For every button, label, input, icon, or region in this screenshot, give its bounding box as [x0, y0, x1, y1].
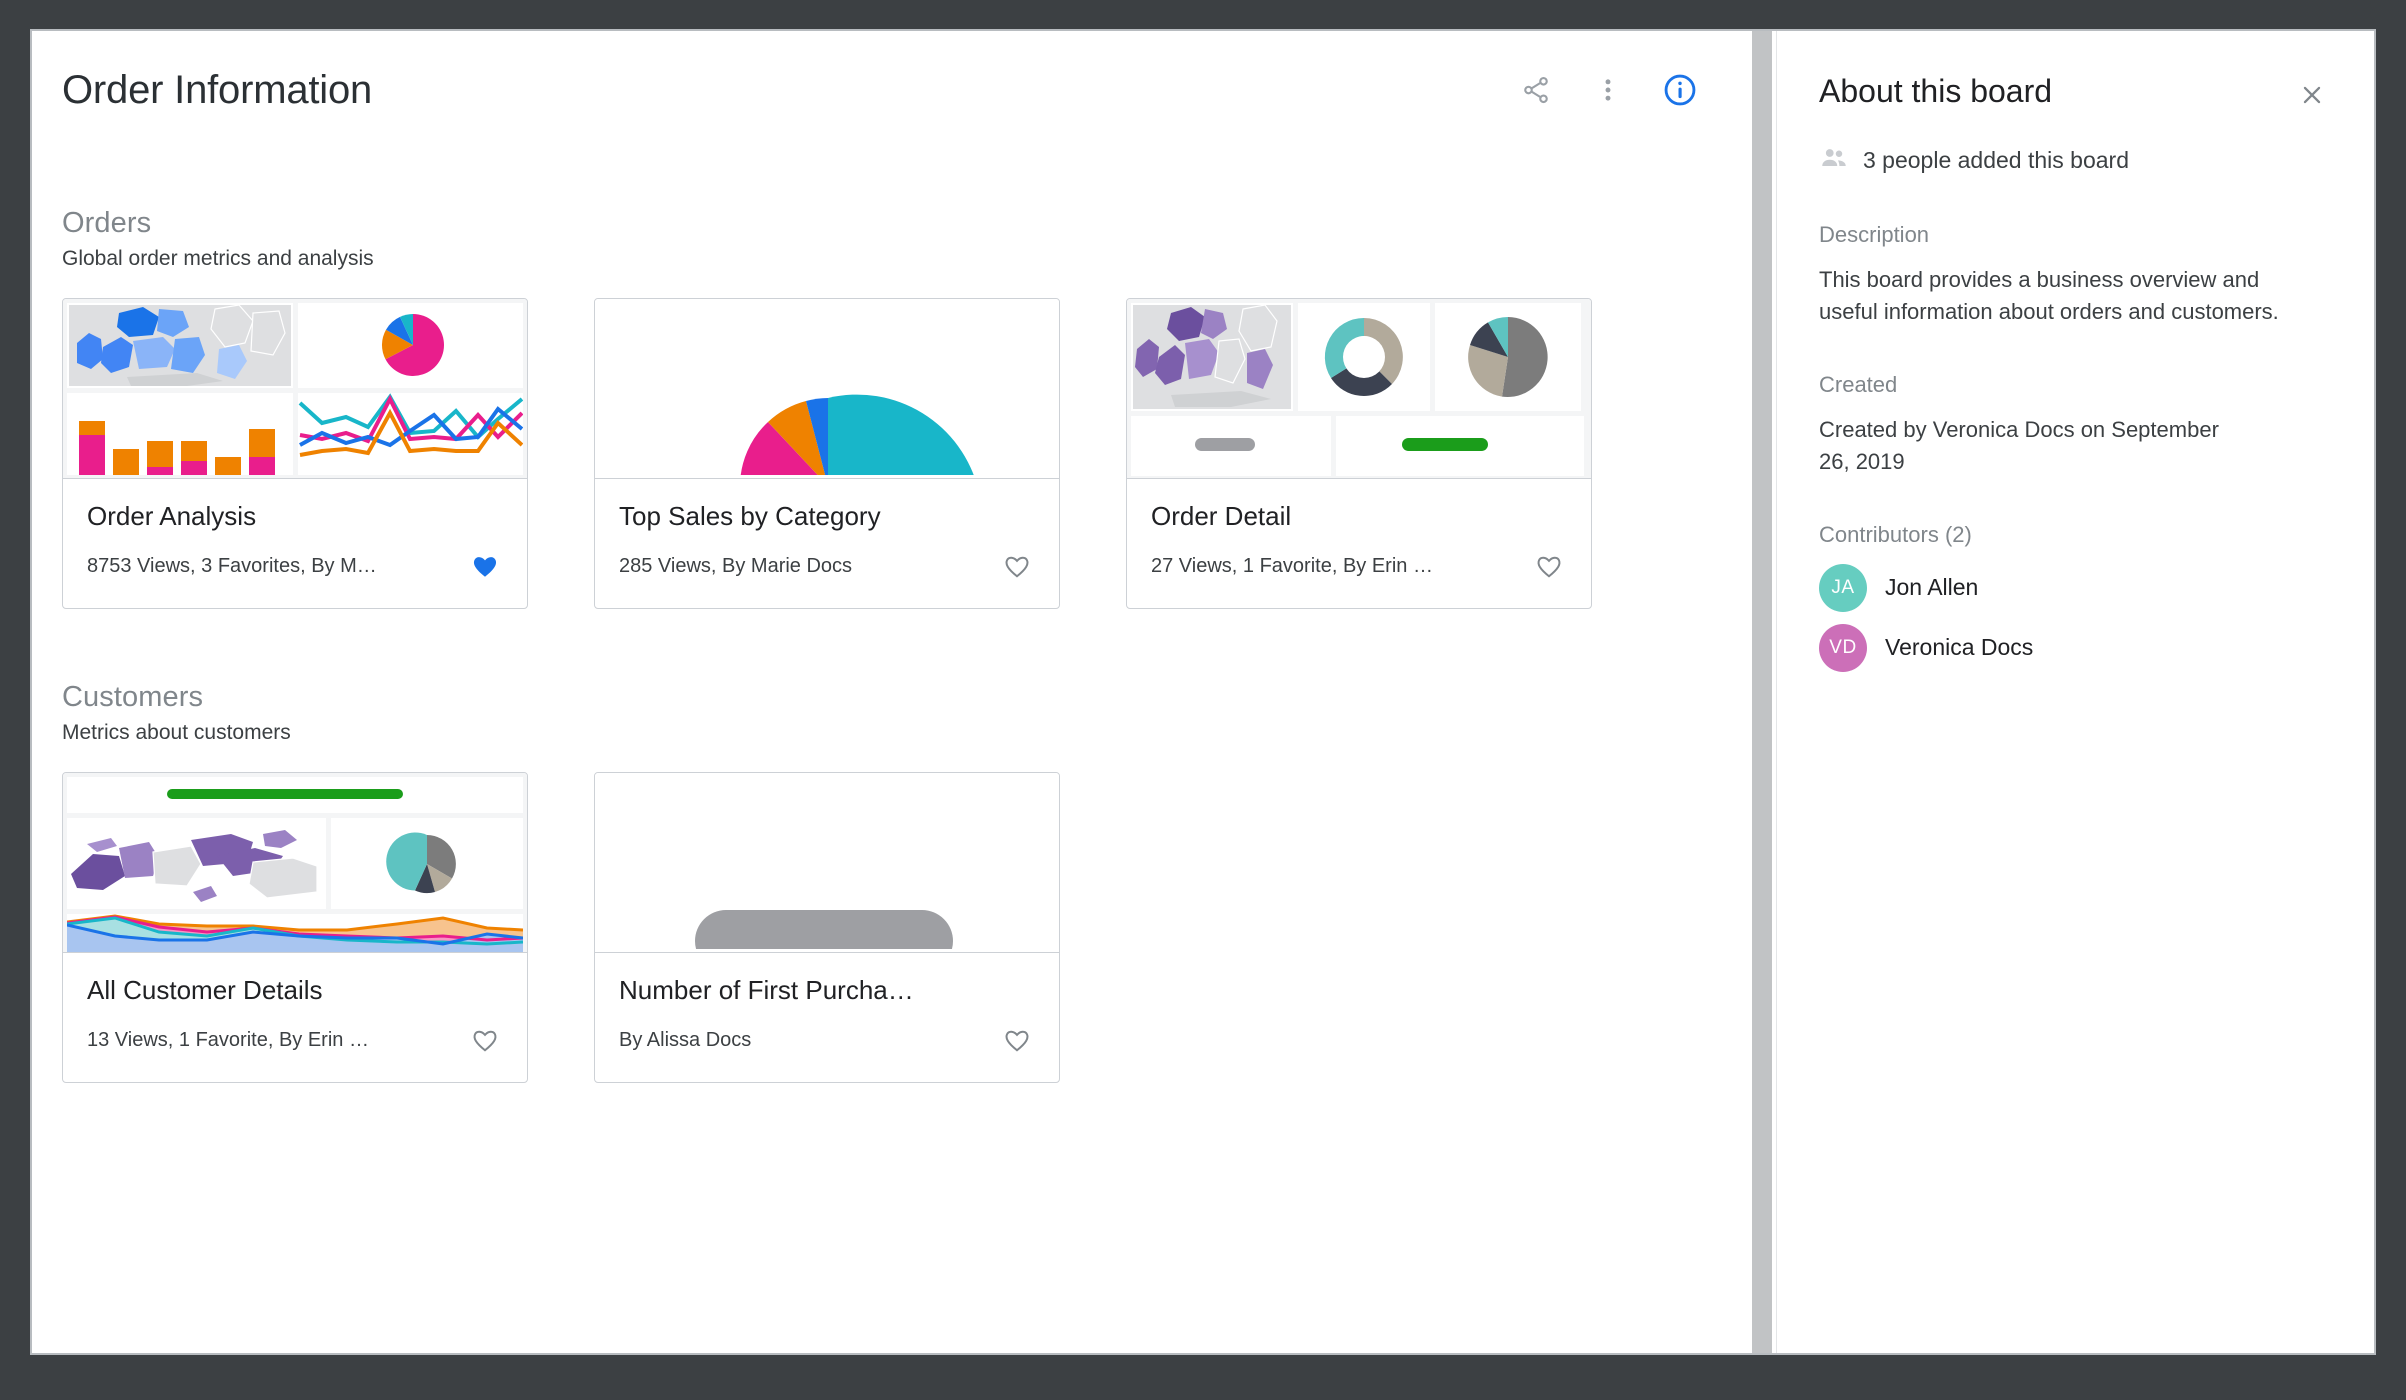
card-meta: 13 Views, 1 Favorite, By Erin …: [87, 1028, 369, 1051]
thumb-tile-donut: [1298, 303, 1430, 411]
thumb-tile-map: [67, 818, 326, 909]
favorite-icon-outline[interactable]: [467, 1022, 503, 1058]
card-order-detail[interactable]: Order Detail 27 Views, 1 Favorite, By Er…: [1126, 298, 1592, 609]
favorite-icon-outline[interactable]: [999, 1022, 1035, 1058]
thumb-tile-pie: [331, 818, 523, 909]
board-people-row: 3 people added this board: [1819, 143, 2332, 178]
thumb-tile-line: [298, 393, 523, 475]
card-all-customer-details[interactable]: All Customer Details 13 Views, 1 Favorit…: [62, 772, 528, 1083]
contributor-item[interactable]: JA Jon Allen: [1819, 563, 2332, 612]
card-meta: By Alissa Docs: [619, 1028, 752, 1051]
contributor-name: Veronica Docs: [1885, 634, 2034, 661]
card-meta: 285 Views, By Marie Docs: [619, 554, 853, 577]
card-meta: 8753 Views, 3 Favorites, By M…: [87, 554, 377, 577]
customers-card-row: All Customer Details 13 Views, 1 Favorit…: [62, 772, 1717, 1083]
avatar-initials: VD: [1829, 636, 1857, 658]
scrollbar-thumb[interactable]: [1751, 31, 1772, 1353]
thumb-tile-bar-green: [1336, 416, 1584, 476]
orders-card-row: Order Analysis 8753 Views, 3 Favorites, …: [62, 298, 1717, 609]
created-text: Created by Veronica Docs on September 26…: [1819, 416, 2219, 474]
card-title: Number of First Purcha…: [619, 975, 914, 1005]
thumb-tile-bar-green: [67, 777, 523, 813]
card-body: Top Sales by Category 285 Views, By Mari…: [595, 479, 1059, 608]
people-icon: [1819, 143, 1849, 178]
card-title: Top Sales by Category: [619, 501, 881, 531]
created-label: Created: [1819, 371, 1898, 397]
card-body: Order Detail 27 Views, 1 Favorite, By Er…: [1127, 479, 1591, 608]
contributors-label: Contributors (2): [1819, 521, 1972, 547]
card-meta: 27 Views, 1 Favorite, By Erin …: [1151, 554, 1433, 577]
favorite-icon-filled[interactable]: [467, 548, 503, 584]
sidebar-title: About this board: [1819, 73, 2053, 109]
card-order-analysis[interactable]: Order Analysis 8753 Views, 3 Favorites, …: [62, 298, 528, 609]
thumb-tile-map: [67, 303, 293, 388]
section-customers-title: Customers: [62, 681, 204, 713]
favorite-icon-outline[interactable]: [1531, 548, 1567, 584]
card-title: Order Detail: [1151, 501, 1292, 531]
description-text: This board provides a business overview …: [1819, 267, 2279, 324]
card-number-of-first-purchases[interactable]: Number of First Purcha… By Alissa Docs: [594, 772, 1060, 1083]
page-title: Order Information: [62, 67, 373, 112]
main-content: Order Information Orders Global order me…: [32, 31, 1747, 1353]
thumb-tile-pie: [298, 303, 523, 388]
vertical-scrollbar[interactable]: [1747, 31, 1777, 1353]
section-customers-head: Customers Metrics about customers: [62, 681, 1717, 745]
card-title: Order Analysis: [87, 501, 257, 531]
avatar: JA: [1819, 563, 1867, 612]
thumbnail-order-detail: [1127, 299, 1591, 479]
favorite-icon-outline[interactable]: [999, 548, 1035, 584]
info-circle-icon[interactable]: [1659, 69, 1701, 111]
card-body: All Customer Details 13 Views, 1 Favorit…: [63, 953, 527, 1082]
thumbnail-all-customer-details: [63, 773, 527, 953]
page-header: Order Information: [32, 31, 1747, 149]
section-customers-subtitle: Metrics about customers: [62, 721, 291, 744]
thumbnail-top-sales: [595, 299, 1059, 479]
board-people-text: 3 people added this board: [1863, 147, 2129, 173]
thumbnail-order-analysis: [63, 299, 527, 479]
thumb-tile-map: [1131, 303, 1293, 411]
contributor-name: Jon Allen: [1885, 574, 1979, 601]
avatar: VD: [1819, 623, 1867, 672]
header-actions: [1515, 69, 1719, 111]
section-orders-head: Orders Global order metrics and analysis: [62, 207, 1717, 271]
about-board-panel: About this board 3 people added this boa…: [1777, 31, 2374, 1353]
close-icon[interactable]: [2292, 75, 2332, 115]
sidebar-header: About this board: [1819, 73, 2332, 115]
share-icon[interactable]: [1515, 69, 1557, 111]
avatar-initials: JA: [1831, 576, 1855, 598]
card-top-sales-by-category[interactable]: Top Sales by Category 285 Views, By Mari…: [594, 298, 1060, 609]
section-orders-subtitle: Global order metrics and analysis: [62, 247, 374, 270]
card-body: Order Analysis 8753 Views, 3 Favorites, …: [63, 479, 527, 608]
thumb-tile-bar: [67, 393, 293, 475]
card-title: All Customer Details: [87, 975, 323, 1005]
contributor-item[interactable]: VD Veronica Docs: [1819, 623, 2332, 672]
section-customers: Customers Metrics about customers All Cu…: [32, 681, 1747, 1083]
app-window: Order Information Orders Global order me…: [30, 29, 2376, 1355]
section-orders: Orders Global order metrics and analysis: [32, 207, 1747, 609]
thumbnail-number-of-first-purchases: [595, 773, 1059, 953]
section-orders-title: Orders: [62, 207, 152, 239]
card-body: Number of First Purcha… By Alissa Docs: [595, 953, 1059, 1082]
thumb-tile-pie: [1435, 303, 1581, 411]
thumb-tile-bar-gray: [1131, 416, 1331, 476]
more-vert-icon[interactable]: [1587, 69, 1629, 111]
thumb-tile-area: [67, 914, 523, 952]
description-label: Description: [1819, 222, 1930, 247]
